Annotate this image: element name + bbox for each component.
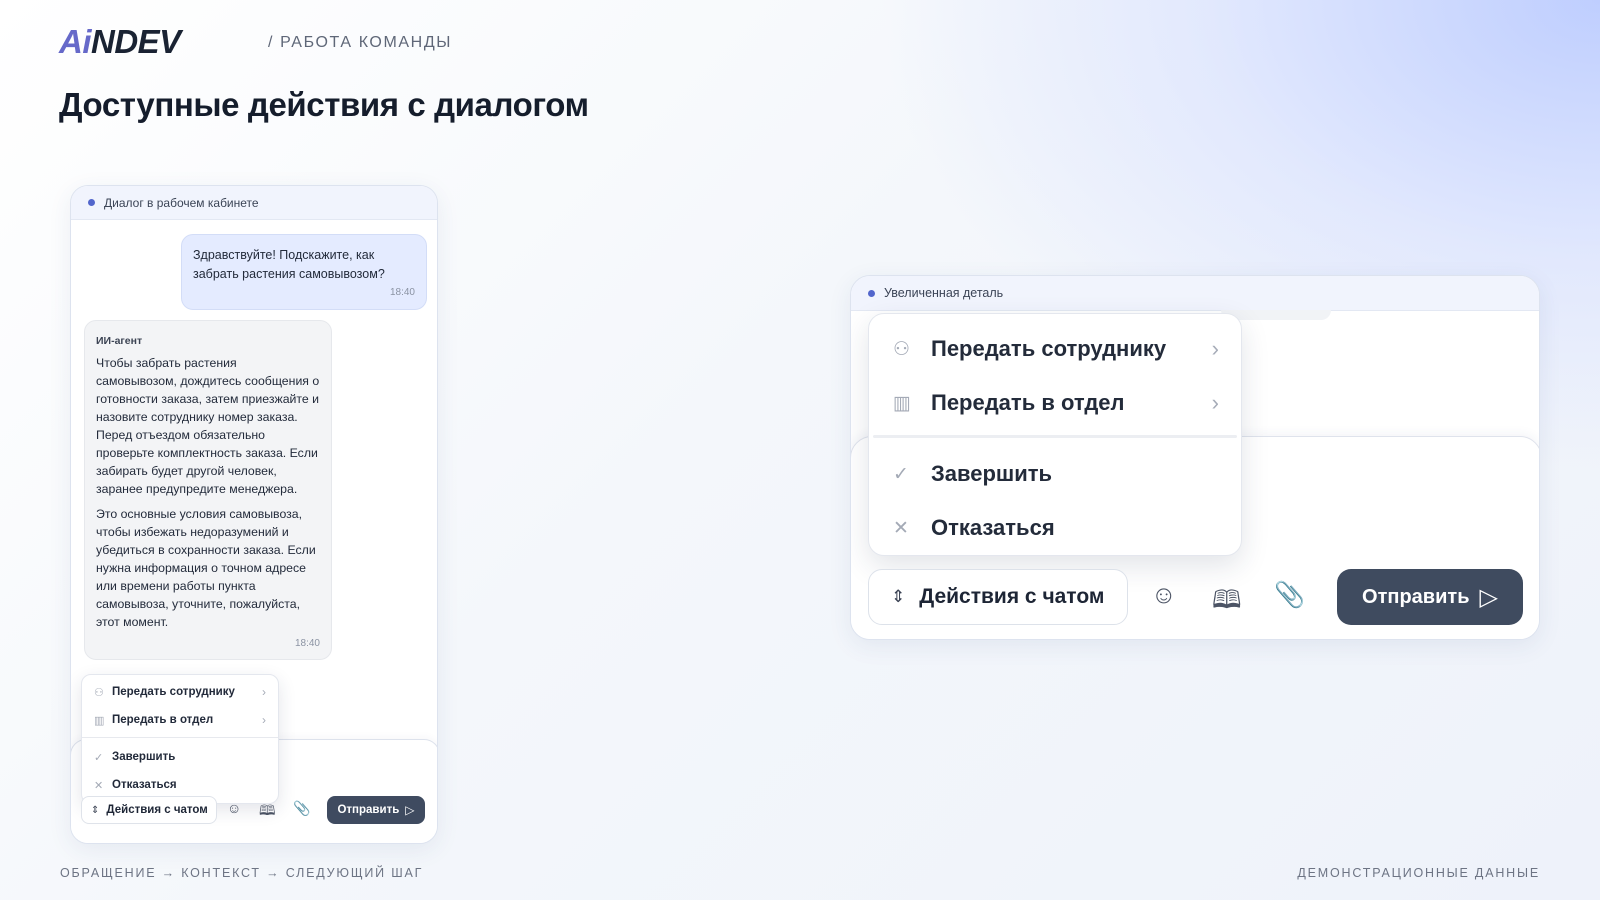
close-icon: ✕ xyxy=(893,517,909,539)
send-button[interactable]: Отправить ▷ xyxy=(1337,569,1523,625)
book-icon[interactable]: 🕮 xyxy=(1212,581,1241,624)
composer-toolbar: ⇕ Действия с чатом ☺ 🕮 📎 Отправить ▷ xyxy=(81,796,431,828)
menu-item-transfer-department[interactable]: ▥ Передать в отдел › xyxy=(869,376,1241,430)
status-dot xyxy=(868,289,875,297)
agent-name: ИИ-агент xyxy=(96,335,143,347)
menu-item-transfer-department[interactable]: ▥ Передать в отдел › xyxy=(82,706,278,734)
send-icon: ▷ xyxy=(405,803,415,817)
chat-actions-label: Действия с чатом xyxy=(106,804,208,816)
send-button-label: Отправить xyxy=(337,804,400,816)
send-icon: ▷ xyxy=(1479,583,1498,611)
chevron-up-down-icon: ⇕ xyxy=(91,804,100,816)
person-plus-icon: ⚇ xyxy=(94,686,104,699)
footer-flow: ОБРАЩЕНИЕ → КОНТЕКСТ → СЛЕДУЮЩИЙ ШАГ xyxy=(60,866,424,880)
chat-actions-label: Действия с чатом xyxy=(919,585,1105,608)
building-icon: ▥ xyxy=(94,714,105,727)
footer-demo-note: ДЕМОНСТРАЦИОННЫЕ ДАННЫЕ xyxy=(1297,866,1540,880)
chat-actions-button[interactable]: ⇕ Действия с чатом xyxy=(81,796,217,824)
chevron-right-icon: › xyxy=(1211,390,1219,415)
composer-toolbar: ⇕ Действия с чатом ☺ 🕮 📎 Отправить ▷ xyxy=(868,569,1528,629)
zoom-card-header: Увеличенная деталь xyxy=(851,276,1539,311)
dialog-card-header: Диалог в рабочем кабинете xyxy=(71,186,437,220)
zoom-detail-card: Увеличенная деталь ⚇ Передать сотруднику… xyxy=(850,275,1540,640)
menu-item-complete[interactable]: ✓ Завершить xyxy=(869,447,1241,501)
page-title: Доступные действия с диалогом xyxy=(59,86,589,123)
menu-item-label: Завершить xyxy=(931,461,1053,486)
menu-item-transfer-employee[interactable]: ⚇ Передать сотруднику › xyxy=(869,322,1241,376)
menu-item-label: Отказаться xyxy=(112,779,177,791)
zoom-card-title: Увеличенная деталь xyxy=(884,286,1004,300)
menu-divider xyxy=(82,737,278,738)
menu-item-label: Отказаться xyxy=(931,515,1055,540)
dialog-card-title: Диалог в рабочем кабинете xyxy=(104,195,259,210)
book-icon[interactable]: 🕮 xyxy=(259,800,276,824)
breadcrumb: / РАБОТА КОМАНДЫ xyxy=(268,34,453,51)
agent-message-time: 18:40 xyxy=(294,638,320,649)
menu-item-label: Завершить xyxy=(112,751,176,763)
agent-paragraph-2: Это основные условия самовывоза, чтобы и… xyxy=(96,507,316,629)
chat-actions-menu: ⚇ Передать сотруднику › ▥ Передать в отд… xyxy=(868,313,1242,556)
chat-actions-menu: ⚇ Передать сотруднику › ▥ Передать в отд… xyxy=(81,674,279,804)
emoji-icon[interactable]: ☺ xyxy=(227,800,241,816)
menu-item-label: Передать сотруднику xyxy=(112,686,235,698)
logo-rest-part: NDEV xyxy=(91,23,181,60)
paperclip-icon[interactable]: 📎 xyxy=(293,800,310,817)
building-icon: ▥ xyxy=(893,392,911,414)
menu-item-decline[interactable]: ✕ Отказаться xyxy=(869,501,1241,555)
menu-item-complete[interactable]: ✓ Завершить xyxy=(82,743,278,771)
send-button-label: Отправить xyxy=(1362,585,1470,608)
emoji-icon[interactable]: ☺ xyxy=(1151,581,1177,610)
aindev-logo: AiNDEV xyxy=(59,23,181,60)
menu-item-transfer-employee[interactable]: ⚇ Передать сотруднику › xyxy=(82,678,278,706)
chevron-up-down-icon: ⇕ xyxy=(891,587,906,606)
user-message: Здравствуйте! Подскажите, как забрать ра… xyxy=(181,234,427,310)
close-icon: ✕ xyxy=(94,779,104,792)
logo-ai-part: Ai xyxy=(59,23,92,60)
send-button[interactable]: Отправить ▷ xyxy=(327,796,425,824)
check-circle-icon: ✓ xyxy=(94,751,104,764)
person-plus-icon: ⚇ xyxy=(893,338,911,360)
chat-actions-button[interactable]: ⇕ Действия с чатом xyxy=(868,569,1128,625)
menu-item-label: Передать в отдел xyxy=(931,390,1125,415)
menu-item-decline[interactable]: ✕ Отказаться xyxy=(82,771,278,799)
user-message-time: 18:40 xyxy=(389,287,415,298)
paperclip-icon[interactable]: 📎 xyxy=(1274,581,1305,610)
agent-paragraph-1: Чтобы забрать растения самовывозом, дожд… xyxy=(96,356,320,496)
user-message-text: Здравствуйте! Подскажите, как забрать ра… xyxy=(193,248,385,281)
menu-divider xyxy=(873,435,1237,438)
chevron-right-icon: › xyxy=(1211,336,1219,361)
dialog-card: Диалог в рабочем кабинете Здравствуйте! … xyxy=(70,185,438,844)
menu-item-label: Передать в отдел xyxy=(112,714,214,726)
chevron-right-icon: › xyxy=(262,685,266,699)
status-dot xyxy=(88,199,95,206)
agent-message: ИИ-агент Чтобы забрать растения самовыво… xyxy=(84,320,332,660)
check-circle-icon: ✓ xyxy=(893,463,909,485)
chevron-right-icon: › xyxy=(262,713,266,727)
menu-item-label: Передать сотруднику xyxy=(931,336,1167,361)
